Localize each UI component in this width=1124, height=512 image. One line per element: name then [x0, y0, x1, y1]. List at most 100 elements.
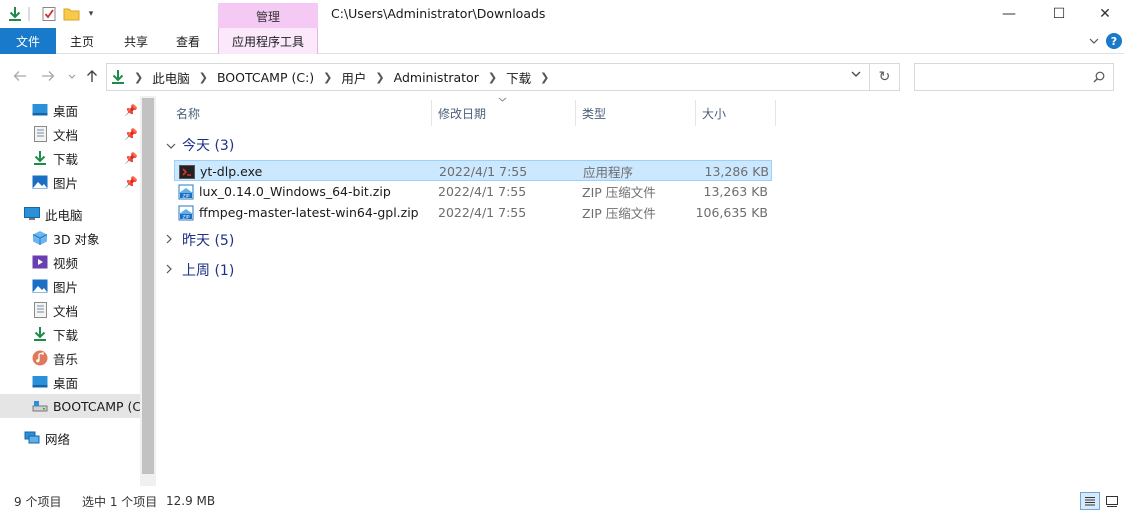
chevron-down-icon [166, 139, 176, 152]
breadcrumb-separator[interactable]: ❯ [488, 71, 497, 84]
group-header-today[interactable]: 今天 (3) [166, 134, 234, 156]
nav-item-bootcamp-drive[interactable]: BOOTCAMP (C [0, 394, 140, 418]
nav-item-label: 下载 [53, 327, 79, 343]
breadcrumb-separator[interactable]: ❯ [134, 71, 143, 84]
breadcrumb-separator[interactable]: ❯ [323, 71, 332, 84]
item-count: 9 个项目 [14, 494, 62, 509]
nav-item-label: 网络 [45, 431, 71, 447]
zip-icon: ZIP [178, 205, 194, 221]
column-header-size[interactable]: 大小 [696, 100, 776, 126]
file-name: lux_0.14.0_Windows_64-bit.zip [199, 184, 391, 199]
nav-item-label: 视频 [53, 255, 79, 271]
column-header-type[interactable]: 类型 [576, 100, 696, 126]
pin-icon[interactable]: 📌 [124, 104, 138, 117]
nav-item-label: 此电脑 [45, 207, 83, 223]
back-arrow-icon[interactable] [10, 66, 30, 86]
pictures-icon [32, 174, 48, 190]
file-row-yt-dlp[interactable]: yt-dlp.exe 2022/4/1 7:55 应用程序 13,286 KB [174, 160, 772, 181]
file-type: ZIP 压缩文件 [582, 206, 656, 221]
chevron-right-icon [166, 234, 176, 247]
file-name-cell: ZIP lux_0.14.0_Windows_64-bit.zip [178, 181, 391, 202]
selection-size: 12.9 MB [166, 494, 216, 508]
column-header-name[interactable]: 名称 [170, 100, 432, 126]
context-tab-title: 管理 [218, 3, 318, 29]
nav-item-label: 桌面 [53, 103, 79, 119]
breadcrumb-users[interactable]: 用户 [341, 68, 366, 87]
window-title: C:\Users\Administrator\Downloads [331, 6, 546, 21]
separator [28, 7, 30, 21]
drive-icon [32, 398, 48, 414]
properties-icon[interactable] [40, 5, 58, 23]
file-row-lux-zip[interactable]: ZIP lux_0.14.0_Windows_64-bit.zip 2022/4… [174, 181, 772, 202]
3d-objects-icon [32, 230, 48, 246]
svg-text:ZIP: ZIP [182, 214, 189, 220]
svg-text:ZIP: ZIP [182, 193, 189, 199]
sort-indicator-icon [498, 97, 507, 102]
address-row: ❯ 此电脑 ❯ BOOTCAMP (C:) ❯ 用户 ❯ Administrat… [0, 60, 1124, 92]
group-label: 上周 (1) [182, 263, 235, 279]
new-folder-icon[interactable] [62, 5, 80, 23]
exe-icon [179, 164, 195, 179]
download-quick-icon[interactable] [6, 5, 24, 23]
tab-application-tools[interactable]: 应用程序工具 [218, 28, 318, 54]
file-row-ffmpeg-zip[interactable]: ZIP ffmpeg-master-latest-win64-gpl.zip 2… [174, 202, 772, 223]
file-type: ZIP 压缩文件 [582, 185, 656, 200]
breadcrumb-separator[interactable]: ❯ [375, 71, 384, 84]
downloads-location-icon [111, 69, 125, 85]
column-header-label: 修改日期 [438, 106, 487, 121]
download-icon [32, 150, 48, 166]
column-header-date-modified[interactable]: 修改日期 [432, 97, 576, 126]
pin-icon[interactable]: 📌 [124, 152, 138, 165]
navigation-scrollbar[interactable] [140, 96, 156, 486]
nav-item-label: BOOTCAMP (C [53, 398, 140, 414]
help-icon[interactable]: ? [1106, 33, 1122, 49]
close-button[interactable]: ✕ [1082, 0, 1124, 28]
scrollbar-thumb[interactable] [142, 98, 154, 474]
maximize-button[interactable]: ☐ [1036, 0, 1082, 28]
pictures-icon [32, 278, 48, 294]
tab-file[interactable]: 文件 [0, 28, 56, 54]
up-arrow-icon[interactable] [82, 66, 102, 86]
nav-item-label: 音乐 [53, 351, 79, 367]
recent-locations-icon[interactable] [62, 66, 82, 86]
breadcrumb-separator[interactable]: ❯ [199, 71, 208, 84]
computer-icon [24, 206, 40, 222]
nav-item-label: 3D 对象 [53, 231, 100, 247]
navigation-pane: 桌面 📌 文档 📌 下载 📌 图片 📌 此电脑 3D 对象 视频 图片 文档 下… [0, 96, 156, 486]
group-label: 昨天 (5) [182, 233, 235, 249]
group-header-yesterday[interactable]: 昨天 (5) [166, 229, 234, 251]
breadcrumb-downloads[interactable]: 下载 [506, 68, 531, 87]
music-icon [32, 350, 48, 366]
search-input[interactable] [914, 63, 1114, 91]
group-header-last-week[interactable]: 上周 (1) [166, 259, 234, 281]
breadcrumb-separator[interactable]: ❯ [540, 71, 549, 84]
forward-arrow-icon[interactable] [38, 66, 58, 86]
ribbon-tabs: 文件 主页 共享 查看 应用程序工具 ? [0, 28, 1124, 54]
address-bar[interactable]: ❯ 此电脑 ❯ BOOTCAMP (C:) ❯ 用户 ❯ Administrat… [106, 63, 870, 91]
tab-share[interactable]: 共享 [114, 28, 158, 54]
file-name: ffmpeg-master-latest-win64-gpl.zip [199, 205, 419, 220]
network-icon [24, 430, 40, 446]
details-view-icon[interactable] [1080, 492, 1100, 510]
file-size: 13,286 KB [704, 164, 769, 179]
pin-icon[interactable]: 📌 [124, 176, 138, 189]
customize-toolbar-icon[interactable]: ▾ [82, 5, 100, 23]
document-icon [32, 126, 48, 142]
address-history-dropdown-icon[interactable] [851, 71, 861, 77]
breadcrumb-this-pc[interactable]: 此电脑 [152, 68, 190, 87]
minimize-button[interactable]: — [986, 0, 1032, 28]
nav-item-label: 桌面 [53, 375, 79, 391]
file-list: 名称 修改日期 类型 大小 今天 (3) yt-dlp.exe 2022/4/1… [158, 96, 1124, 486]
chevron-down-icon[interactable] [1086, 28, 1102, 54]
file-size: 106,635 KB [695, 205, 768, 220]
tab-home[interactable]: 主页 [60, 28, 104, 54]
nav-item-label: 图片 [53, 175, 79, 191]
large-icons-view-icon[interactable] [1102, 492, 1122, 510]
nav-item-label: 图片 [53, 279, 79, 295]
tab-view[interactable]: 查看 [166, 28, 210, 54]
breadcrumb-bootcamp[interactable]: BOOTCAMP (C:) [217, 70, 314, 85]
file-date: 2022/4/1 7:55 [438, 184, 527, 199]
refresh-button[interactable]: ↻ [870, 63, 900, 91]
breadcrumb-administrator[interactable]: Administrator [394, 70, 479, 85]
pin-icon[interactable]: 📌 [124, 128, 138, 141]
